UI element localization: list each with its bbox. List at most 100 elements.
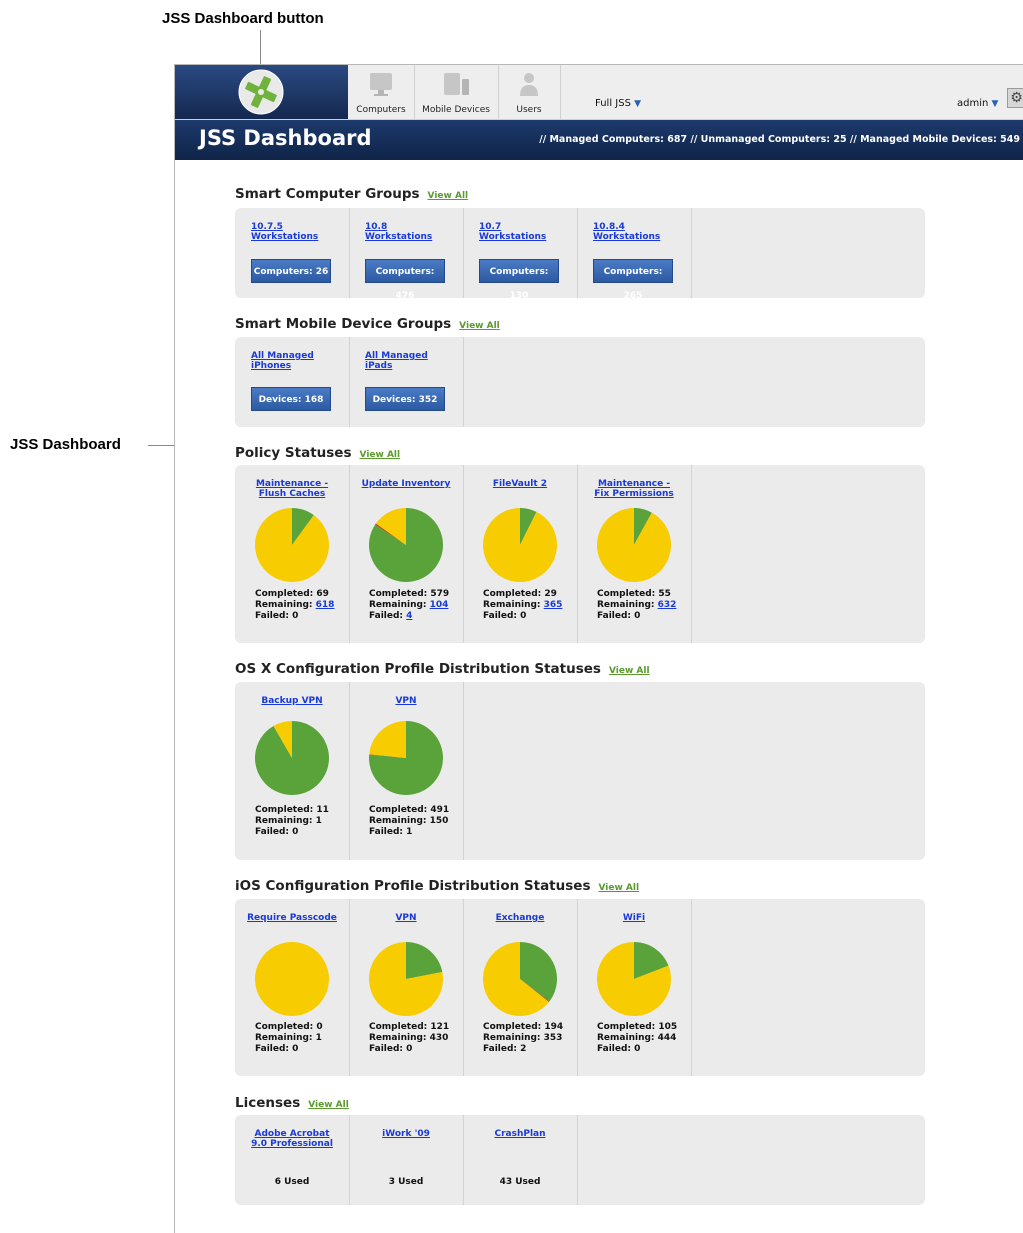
gear-icon[interactable]: ⚙ — [1007, 88, 1023, 108]
dashboard-card: Maintenance - Fix Permissions Completed: 5… — [577, 465, 692, 643]
pie-slice-remaining — [255, 508, 329, 582]
license-used-count: 3 Used — [388, 1177, 424, 1187]
profile-link[interactable]: VPN — [349, 696, 463, 706]
chevron-down-icon: ▼ — [634, 99, 642, 109]
computer-group-link[interactable]: 10.8 Workstations — [365, 222, 432, 242]
chevron-down-icon: ▼ — [991, 99, 999, 109]
policy-link[interactable]: Update Inventory — [349, 479, 463, 489]
mobile-group-link[interactable]: All Managed iPads — [365, 351, 428, 371]
dashboard-card: 10.8.4 Workstations Computers: 265 — [577, 208, 692, 301]
computer-count-button[interactable]: Computers: 26 — [251, 259, 331, 283]
profile-link[interactable]: VPN — [349, 913, 463, 923]
remaining-label: Remaining: — [597, 600, 658, 610]
link-line: Maintenance - — [255, 479, 329, 489]
nav-tab-users[interactable]: Users — [498, 65, 561, 119]
computer-groups-panel: 10.7.5 Workstations Computers: 26 10.8 Works… — [235, 208, 925, 301]
failed-count: Failed: 0 — [255, 827, 299, 837]
dashboard-card: Adobe Acrobat 9.0 Professional 6 Used — [235, 1115, 350, 1205]
link-line: 9.0 Professional — [251, 1139, 333, 1149]
view-all-link[interactable]: View All — [428, 191, 469, 201]
failed-count: Failed: 2 — [483, 1044, 527, 1054]
computer-count-button[interactable]: Computers: 476 — [365, 259, 445, 301]
device-count-button[interactable]: Devices: 168 — [251, 387, 331, 411]
view-all-link[interactable]: View All — [609, 666, 650, 676]
computer-group-link[interactable]: 10.7.5 Workstations — [251, 222, 318, 242]
completed-count: Completed: 579 — [369, 589, 450, 599]
profile-link[interactable]: Exchange — [463, 913, 577, 923]
section-header-osx-profiles: OS X Configuration Profile Distribution … — [235, 661, 650, 677]
device-count-button[interactable]: Devices: 352 — [365, 387, 445, 411]
failed-count: Failed: 0 — [597, 1044, 641, 1054]
remaining-link[interactable]: 365 — [544, 600, 563, 610]
managed-stats: // Managed Computers: 687 // Unmanaged C… — [539, 134, 1020, 145]
dashboard-card: CrashPlan 43 Used — [463, 1115, 578, 1205]
computer-group-link[interactable]: 10.7 Workstations — [479, 222, 546, 242]
section-title: Smart Mobile Device Groups — [235, 316, 452, 332]
completed-count: Completed: 194 — [483, 1022, 564, 1032]
remaining-link[interactable]: 618 — [316, 600, 335, 610]
link-line: VPN — [395, 913, 417, 923]
mobile-devices-icon — [444, 73, 469, 95]
nav-tab-label: Mobile Devices — [422, 105, 490, 115]
completed-count: Completed: 55 — [597, 589, 671, 599]
policy-status-text: Completed: 579 Remaining: 104 Failed: 4 — [369, 589, 449, 622]
section-header-ios-profiles: iOS Configuration Profile Distribution S… — [235, 878, 639, 894]
callout-dashboard-button: JSS Dashboard button — [162, 10, 324, 27]
failed-count: Failed: 0 — [369, 1044, 413, 1054]
profile-status-text: Completed: 194 Remaining: 353 Failed: 2 — [483, 1022, 563, 1055]
status-pie-chart — [483, 508, 557, 582]
jss-scope-dropdown[interactable]: Full JSS ▼ — [595, 98, 641, 109]
remaining-label: Remaining: — [483, 600, 544, 610]
license-link[interactable]: iWork '09 — [349, 1129, 463, 1139]
profile-link[interactable]: Require Passcode — [235, 913, 349, 923]
view-all-link[interactable]: View All — [598, 883, 639, 893]
view-all-link[interactable]: View All — [308, 1100, 349, 1110]
pie-slice-remaining — [369, 721, 406, 758]
user-menu[interactable]: admin ▼ — [957, 98, 998, 109]
link-line: Workstations — [479, 232, 547, 242]
nav-tab-computers[interactable]: Computers — [348, 65, 415, 119]
policy-link[interactable]: Maintenance - Fix Permissions — [577, 479, 691, 499]
dashboard-card: 10.7 Workstations Computers: 130 — [463, 208, 578, 301]
license-used-count: 43 Used — [499, 1177, 541, 1187]
dashboard-card: All Managed iPhones Devices: 168 — [235, 337, 350, 427]
policy-status-text: Completed: 69 Remaining: 618 Failed: 0 — [255, 589, 334, 622]
jss-logo-icon — [238, 69, 284, 115]
ios-profiles-panel: Require Passcode Completed: 0 Remaining: 1… — [235, 899, 925, 1076]
policy-link[interactable]: FileVault 2 — [463, 479, 577, 489]
view-all-link[interactable]: View All — [360, 450, 401, 460]
policy-link[interactable]: Maintenance - Flush Caches — [235, 479, 349, 499]
policy-statuses-panel: Maintenance - Flush Caches Completed: 69 Re… — [235, 465, 925, 643]
dashboard-card: VPN Completed: 121 Remaining: 430 Failed: 0 — [349, 899, 464, 1076]
status-pie-chart — [369, 508, 443, 582]
failed-label: Failed: — [369, 611, 407, 621]
computer-icon — [370, 73, 392, 96]
osx-profiles-panel: Backup VPN Completed: 11 Remaining: 1 Faile… — [235, 682, 925, 860]
failed-count[interactable]: 4 — [406, 611, 412, 621]
mobile-group-link[interactable]: All Managed iPhones — [251, 351, 314, 371]
failed-count: 0 — [292, 611, 299, 621]
remaining-link[interactable]: 632 — [658, 600, 677, 610]
section-title: Licenses — [235, 1095, 301, 1111]
profile-link[interactable]: Backup VPN — [235, 696, 349, 706]
scope-label: Full JSS — [595, 98, 631, 109]
nav-tab-label: Computers — [356, 105, 406, 115]
license-link[interactable]: CrashPlan — [463, 1129, 577, 1139]
computer-group-link[interactable]: 10.8.4 Workstations — [593, 222, 660, 242]
licenses-panel: Adobe Acrobat 9.0 Professional 6 Used iWork… — [235, 1115, 925, 1205]
policy-status-text: Completed: 55 Remaining: 632 Failed: 0 — [597, 589, 676, 622]
computer-count-button[interactable]: Computers: 265 — [593, 259, 673, 301]
jss-dashboard-button[interactable] — [175, 65, 348, 119]
status-pie-chart — [369, 942, 443, 1016]
nav-tab-mobile-devices[interactable]: Mobile Devices — [414, 65, 499, 119]
computer-count-button[interactable]: Computers: 130 — [479, 259, 559, 301]
view-all-link[interactable]: View All — [459, 321, 500, 331]
page-title: JSS Dashboard — [199, 126, 372, 150]
remaining-label: Remaining: — [369, 600, 430, 610]
section-header-licenses: Licenses View All — [235, 1095, 349, 1111]
profile-link[interactable]: WiFi — [577, 913, 691, 923]
license-link[interactable]: Adobe Acrobat 9.0 Professional — [235, 1129, 349, 1149]
link-line: VPN — [395, 696, 417, 706]
profile-status-text: Completed: 0 Remaining: 1 Failed: 0 — [255, 1022, 323, 1055]
remaining-link[interactable]: 104 — [430, 600, 449, 610]
